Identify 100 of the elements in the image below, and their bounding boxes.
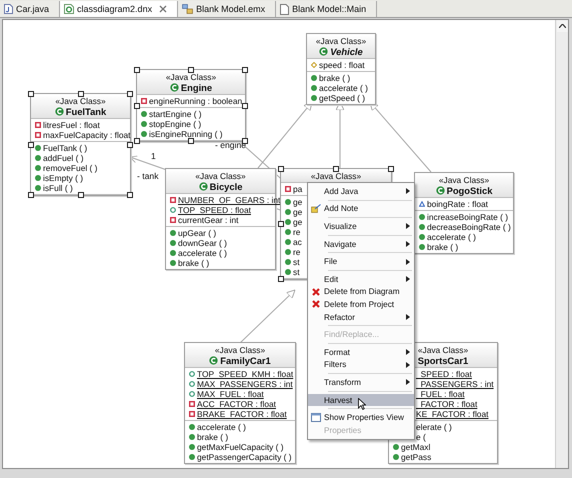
- menu-item[interactable]: Edit: [308, 272, 414, 286]
- editor-tab[interactable]: classdiagram2.dnx: [60, 1, 178, 17]
- operation-text: isEmpty ( ): [43, 173, 84, 183]
- operation-text: increaseBoingRate ( ): [427, 212, 508, 222]
- menu-item[interactable]: File: [308, 255, 414, 268]
- selection-handle[interactable]: [134, 67, 140, 73]
- selection-handle[interactable]: [242, 102, 248, 108]
- selection-handle[interactable]: [242, 138, 248, 144]
- class-name: SportsCar1: [418, 355, 468, 366]
- class-icon: [319, 47, 328, 56]
- diagram-file-icon: [64, 4, 74, 14]
- selection-handle[interactable]: [388, 166, 394, 172]
- operation-text: removeFuel ( ): [43, 163, 98, 173]
- selection-handle[interactable]: [278, 166, 284, 172]
- class-box[interactable]: «Java Class» FuelTank litresFuel : float maxFuelCapacity : float FuelTank ( ) addFuel ( ) removeFuel ( ) isEmpty ( ) isFull ( ): [30, 93, 131, 196]
- menu-item[interactable]: Refactor: [308, 310, 414, 324]
- selection-handle[interactable]: [188, 67, 194, 73]
- java-file-icon: [4, 4, 13, 14]
- operation-text: brake ( ): [319, 73, 350, 83]
- menu-item[interactable]: Delete from Diagram: [308, 286, 414, 298]
- submenu-arrow-icon: [406, 314, 410, 320]
- editor-tab[interactable]: Car.java: [0, 1, 60, 17]
- selection-handle[interactable]: [78, 91, 84, 97]
- selection-handle[interactable]: [28, 192, 34, 198]
- attribute-text: _FACTOR : float: [416, 399, 478, 409]
- page-icon: [280, 4, 290, 14]
- class-name: PogoStick: [446, 185, 492, 196]
- menu-item[interactable]: Add Note: [308, 202, 414, 216]
- scroll-up-button[interactable]: [556, 20, 568, 32]
- attribute-text: BRAKE_FACTOR : float: [197, 409, 287, 419]
- class-box[interactable]: «Java Class» PogoStick boingRate : float increaseBoingRate ( ) decreaseBoingRate ( ) accelerate ( ) brake ( ): [414, 172, 514, 254]
- selection-handle[interactable]: [78, 192, 84, 198]
- operation-text: e (: [416, 432, 426, 442]
- operation-text: startEngine ( ): [149, 109, 202, 119]
- delete-icon: [312, 300, 320, 308]
- editor-tab[interactable]: Blank Model.emx: [178, 1, 276, 17]
- delete-icon: [312, 288, 320, 296]
- menu-item[interactable]: Add Java: [308, 185, 414, 198]
- connector-label: - tank: [137, 171, 158, 181]
- operation-text: decreaseBoingRate ( ): [427, 222, 511, 232]
- inheritance-arrow: [258, 102, 312, 168]
- class-box[interactable]: «Java Class» Engine engineRunning : boolean startEngine ( ) stopEngine ( ) isEngineRunning ( ): [136, 69, 246, 142]
- attribute-text: MAX_FUEL : float: [197, 389, 264, 399]
- submenu-arrow-icon: [406, 223, 410, 230]
- class-name: FuelTank: [66, 106, 106, 117]
- operation-text: ge: [293, 217, 302, 227]
- inheritance-arrow: [370, 102, 432, 172]
- selection-handle[interactable]: [278, 221, 284, 227]
- close-icon[interactable]: [159, 5, 168, 13]
- class-icon: [436, 186, 445, 195]
- attribute-text: litresFuel : float: [43, 120, 100, 130]
- operation-text: accelerate ( ): [178, 248, 227, 258]
- selection-handle[interactable]: [278, 276, 284, 282]
- menu-item[interactable]: Delete from Project: [308, 298, 414, 311]
- class-stereotype: «Java Class»: [166, 72, 216, 82]
- operation-text: getPass: [401, 452, 432, 462]
- menu-item[interactable]: Visualize: [308, 220, 414, 233]
- class-name: Vehicle: [330, 46, 363, 57]
- note-icon: [311, 204, 321, 214]
- class-box[interactable]: «Java Class» Vehicle speed : float brake ( ) accelerate ( ) getSpeed ( ): [306, 33, 376, 105]
- operation-text: accelerate ( ): [197, 422, 246, 432]
- operation-text: isEngineRunning ( ): [149, 129, 223, 139]
- attribute-text: KE_FACTOR : float: [416, 409, 488, 419]
- class-stereotype: «Java Class»: [195, 171, 246, 181]
- selection-handle[interactable]: [242, 67, 248, 73]
- operation-text: getMaxl: [401, 442, 430, 452]
- selection-handle[interactable]: [127, 192, 133, 198]
- attribute-text: _SPEED : float: [416, 369, 472, 379]
- caret-icon: [558, 24, 566, 28]
- menu-item[interactable]: Navigate: [308, 238, 414, 250]
- selection-handle[interactable]: [188, 138, 194, 144]
- editor-tab[interactable]: Blank Model::Main: [276, 1, 378, 17]
- operation-text: re: [293, 227, 300, 237]
- cursor-icon: [358, 398, 366, 410]
- operation-text: st: [293, 267, 300, 277]
- attribute-text: engineRunning : boolean: [149, 96, 242, 106]
- class-name: Engine: [180, 82, 212, 93]
- selection-handle[interactable]: [28, 91, 34, 97]
- field-icon: [419, 201, 425, 207]
- operation-text: brake ( ): [197, 432, 228, 442]
- submenu-arrow-icon: [406, 258, 410, 265]
- class-stereotype: «Java Class»: [310, 171, 362, 181]
- attribute-text: TOP_SPEED : float: [178, 205, 251, 215]
- selection-handle[interactable]: [28, 142, 34, 148]
- menu-item[interactable]: Show Properties View: [308, 411, 414, 424]
- operation-text: getSpeed ( ): [319, 93, 366, 103]
- operation-text: getMaxFuelCapacity ( ): [197, 442, 284, 452]
- selection-handle[interactable]: [333, 166, 339, 172]
- submenu-arrow-icon: [406, 379, 410, 386]
- class-stereotype: «Java Class»: [214, 345, 266, 355]
- operation-text: isFull ( ): [43, 183, 73, 193]
- field-icon: [141, 98, 147, 104]
- attribute-text: _PASSENGERS : int: [416, 379, 494, 389]
- connector-label: 1: [151, 151, 156, 161]
- operation-text: accelerate ( ): [427, 232, 476, 242]
- class-name: FamilyCar1: [220, 355, 271, 366]
- class-box[interactable]: «Java Class» FamilyCar1 TOP_SPEED_KMH : float MAX_PASSENGERS : int MAX_FUEL : float ACC_FACTOR : float BRAKE_FACTOR : float accelerate ( ) brake ( ) getMaxFuelCapacity ( ) getPassengerCapacity ( ): [184, 342, 296, 464]
- class-name: Bicycle: [210, 181, 242, 192]
- attribute-text: TOP_SPEED_KMH : float: [197, 369, 294, 379]
- connector-label: - engine: [215, 140, 246, 150]
